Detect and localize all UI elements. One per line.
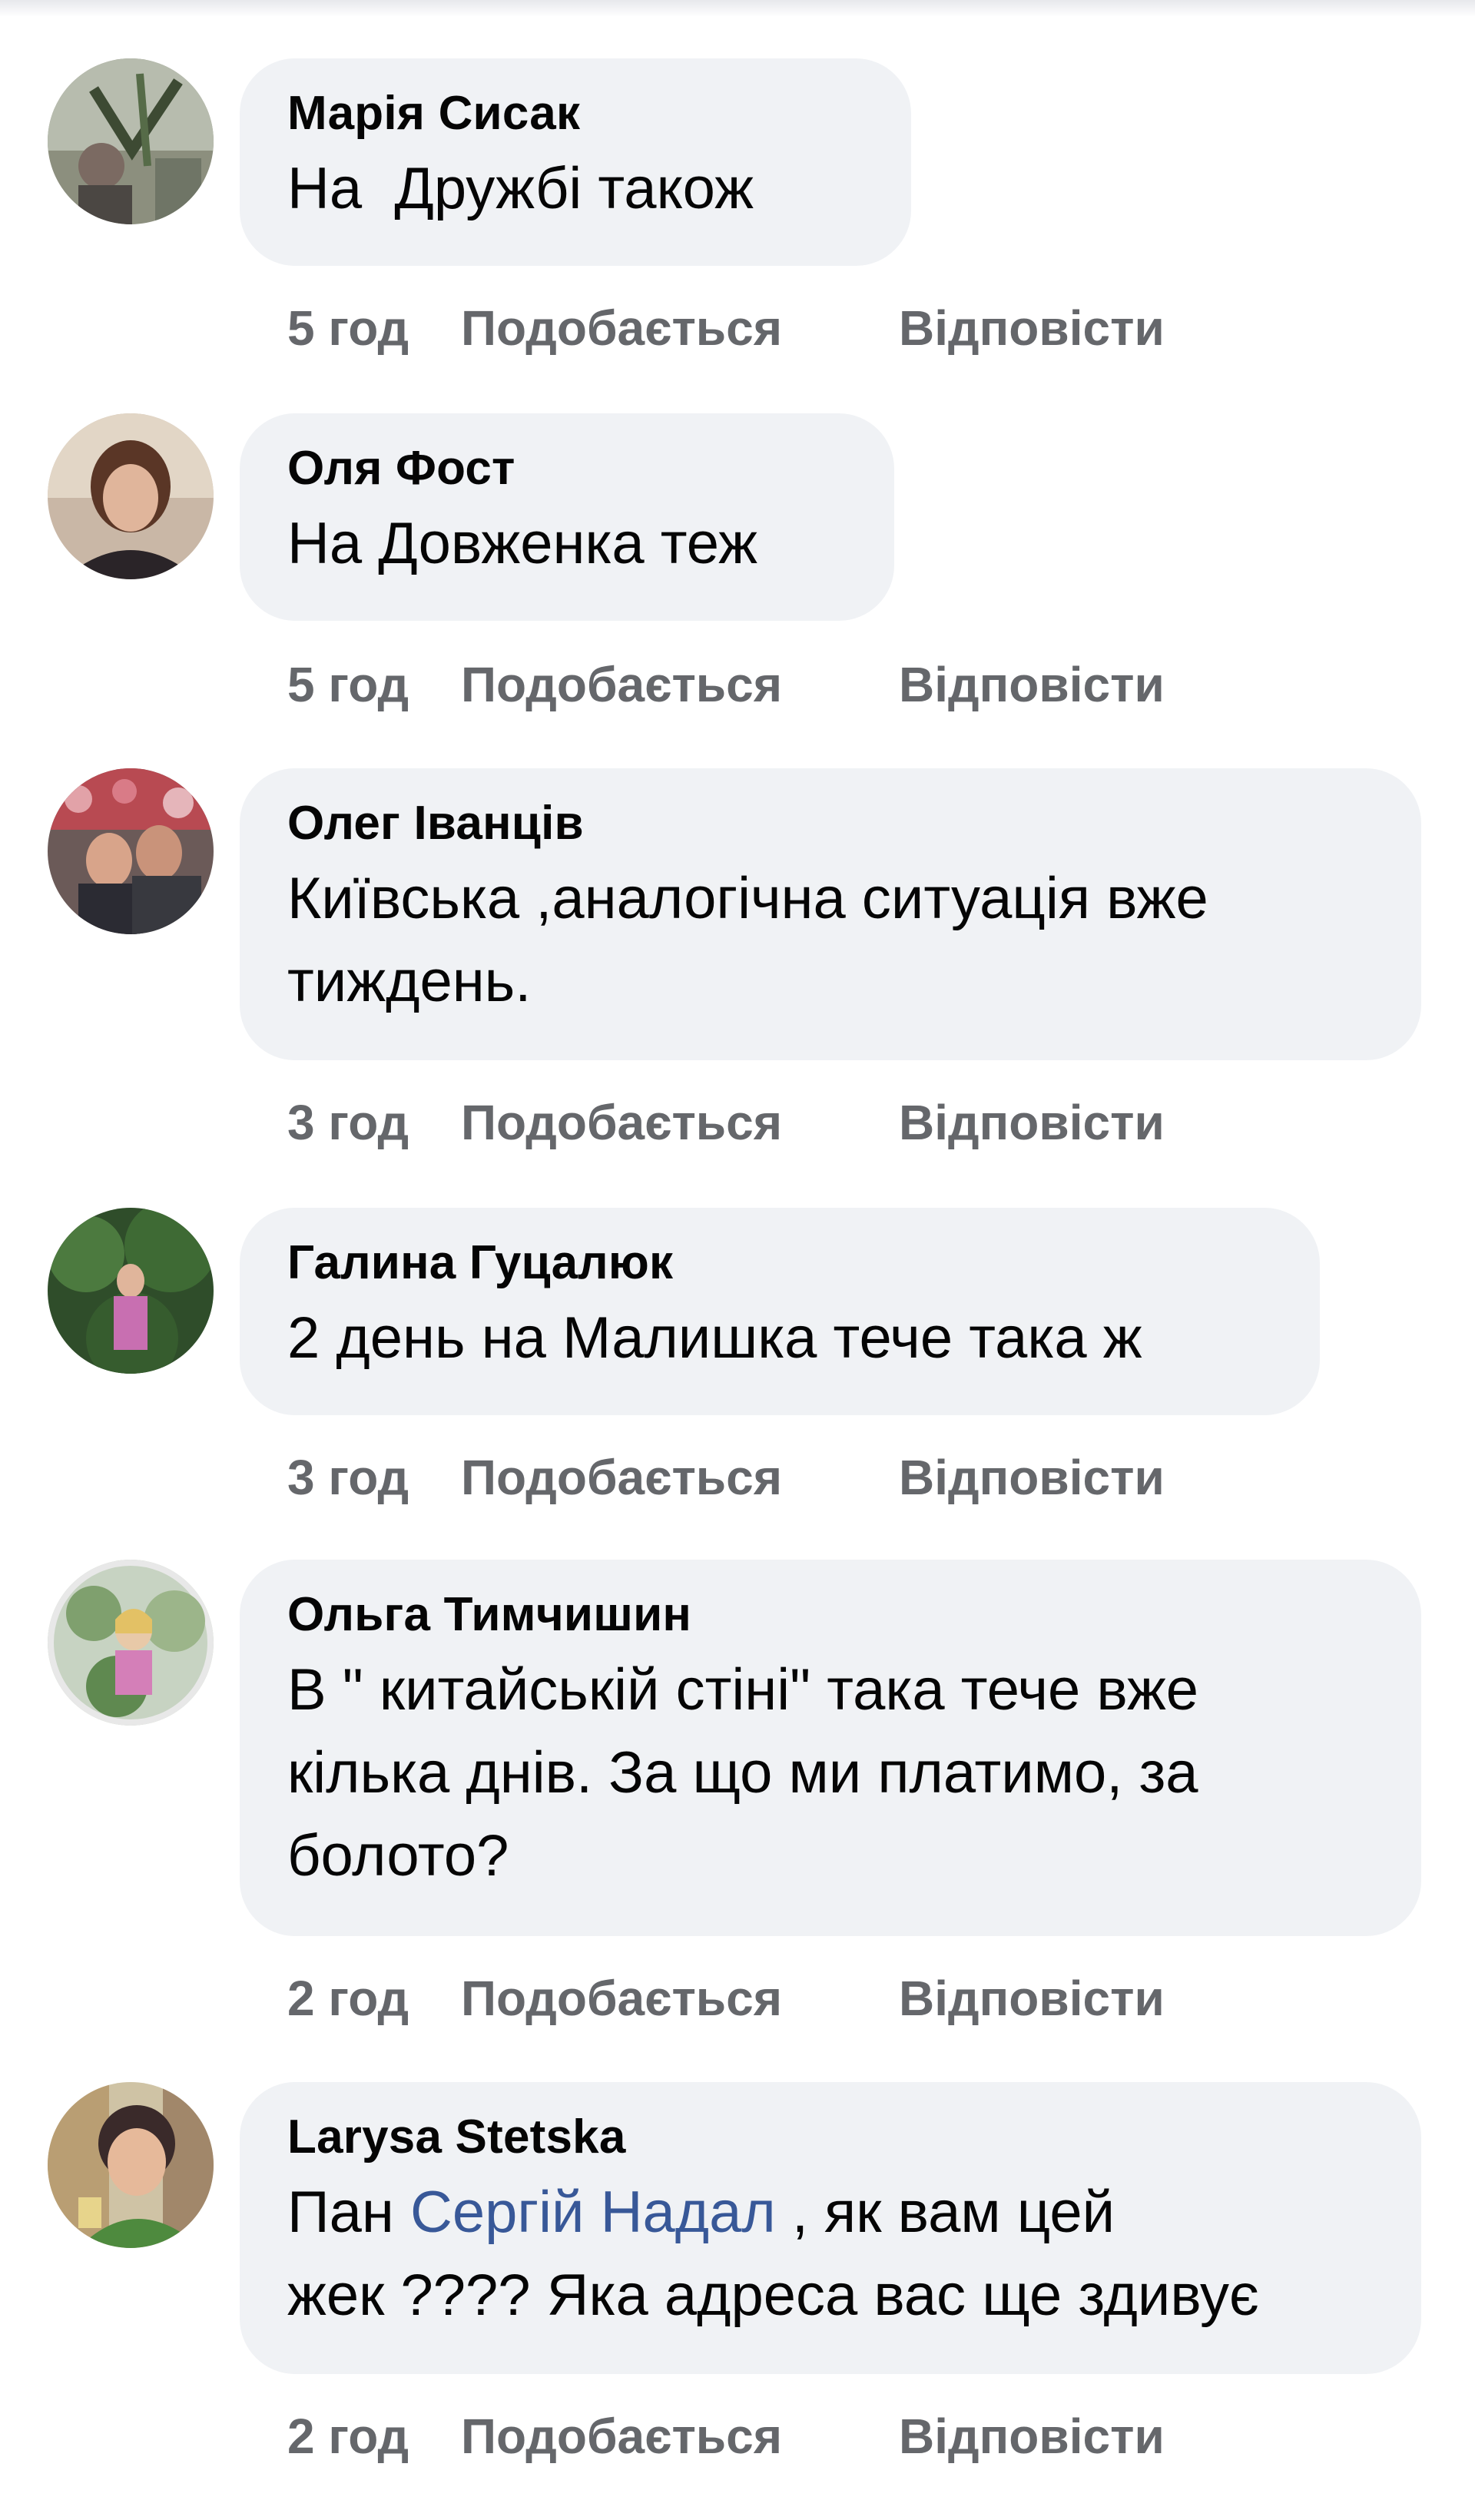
like-link[interactable]: Подобається — [461, 293, 899, 363]
comment-text-line: болото? — [287, 1823, 509, 1888]
reply-link[interactable]: Відповісти — [899, 2402, 1165, 2471]
comment-actions: 2 год Подобається Відповісти — [287, 2402, 1165, 2471]
comment-text: Пан Сергій Надал , як вам цей жек ???? Я… — [287, 2171, 1374, 2337]
reply-link[interactable]: Відповісти — [899, 1088, 1165, 1157]
comment-text: 2 день на Малишка тече така ж — [287, 1305, 1142, 1371]
comment-text-line: В " китайській стіні" така тече вже — [287, 1657, 1199, 1723]
comment-author[interactable]: Оля Фост — [287, 441, 847, 496]
comment-actions: 5 год Подобається Відповісти — [287, 293, 1165, 363]
mention-link[interactable]: Сергій Надал — [410, 2180, 776, 2245]
comment-author[interactable]: Larysa Stetska — [287, 2110, 1374, 2165]
comment-actions: 5 год Подобається Відповісти — [287, 650, 1165, 719]
comment-author[interactable]: Марія Сисак — [287, 86, 863, 141]
like-link[interactable]: Подобається — [461, 1443, 899, 1512]
comment-bubble: Галина Гуцалюк 2 день на Малишка тече та… — [240, 1208, 1320, 1415]
comment-time[interactable]: 5 год — [287, 293, 461, 363]
like-link[interactable]: Подобається — [461, 650, 899, 719]
comment-text-line: Пан Сергій Надал , як вам цей — [287, 2171, 1374, 2254]
comment-author[interactable]: Олег Іванців — [287, 796, 1374, 851]
comment-bubble: Ольга Тимчишин В " китайській стіні" так… — [240, 1560, 1421, 1936]
comment-text-line: Київська ,аналогічна ситуація вже — [287, 866, 1208, 931]
comment-bubble: Олег Іванців Київська ,аналогічна ситуац… — [240, 768, 1421, 1060]
comment-author[interactable]: Галина Гуцалюк — [287, 1235, 1272, 1291]
reply-link[interactable]: Відповісти — [899, 650, 1165, 719]
comment-text: Київська ,аналогічна ситуація вже тижден… — [287, 857, 1374, 1023]
comment-text: На Довженка теж — [287, 511, 757, 576]
comment-text: В " китайській стіні" така тече вже кіль… — [287, 1649, 1374, 1898]
top-divider — [0, 0, 1475, 17]
comment-time[interactable]: 3 год — [287, 1088, 461, 1157]
comment-text-suffix: , як вам цей — [775, 2180, 1115, 2245]
comment-time[interactable]: 2 год — [287, 2402, 461, 2471]
comment-time[interactable]: 5 год — [287, 650, 461, 719]
avatar[interactable] — [48, 413, 214, 579]
comment-text: На Дружбі також — [287, 156, 754, 221]
comment-bubble: Марія Сисак На Дружбі також — [240, 58, 911, 266]
comment-bubble: Оля Фост На Довженка теж — [240, 413, 894, 621]
avatar[interactable] — [48, 58, 214, 224]
comment-author[interactable]: Ольга Тимчишин — [287, 1587, 1374, 1643]
like-link[interactable]: Подобається — [461, 1964, 899, 2033]
comment-bubble: Larysa Stetska Пан Сергій Надал , як вам… — [240, 2082, 1421, 2374]
like-link[interactable]: Подобається — [461, 1088, 899, 1157]
comment-text-line: жек ???? Яка адреса вас ще здивує — [287, 2263, 1259, 2328]
comment-text-line: кілька днів. За що ми платимо, за — [287, 1740, 1198, 1805]
comment-time[interactable]: 2 год — [287, 1964, 461, 2033]
comment-time[interactable]: 3 год — [287, 1443, 461, 1512]
comment-actions: 3 год Подобається Відповісти — [287, 1088, 1165, 1157]
avatar[interactable] — [48, 1560, 214, 1726]
like-link[interactable]: Подобається — [461, 2402, 899, 2471]
avatar[interactable] — [48, 768, 214, 934]
reply-link[interactable]: Відповісти — [899, 1964, 1165, 2033]
comment-actions: 3 год Подобається Відповісти — [287, 1443, 1165, 1512]
avatar[interactable] — [48, 1208, 214, 1374]
comment-text-prefix: Пан — [287, 2180, 410, 2245]
reply-link[interactable]: Відповісти — [899, 293, 1165, 363]
avatar[interactable] — [48, 2082, 214, 2248]
comment-actions: 2 год Подобається Відповісти — [287, 1964, 1165, 2033]
reply-link[interactable]: Відповісти — [899, 1443, 1165, 1512]
comment-text-line: тиждень. — [287, 949, 532, 1014]
